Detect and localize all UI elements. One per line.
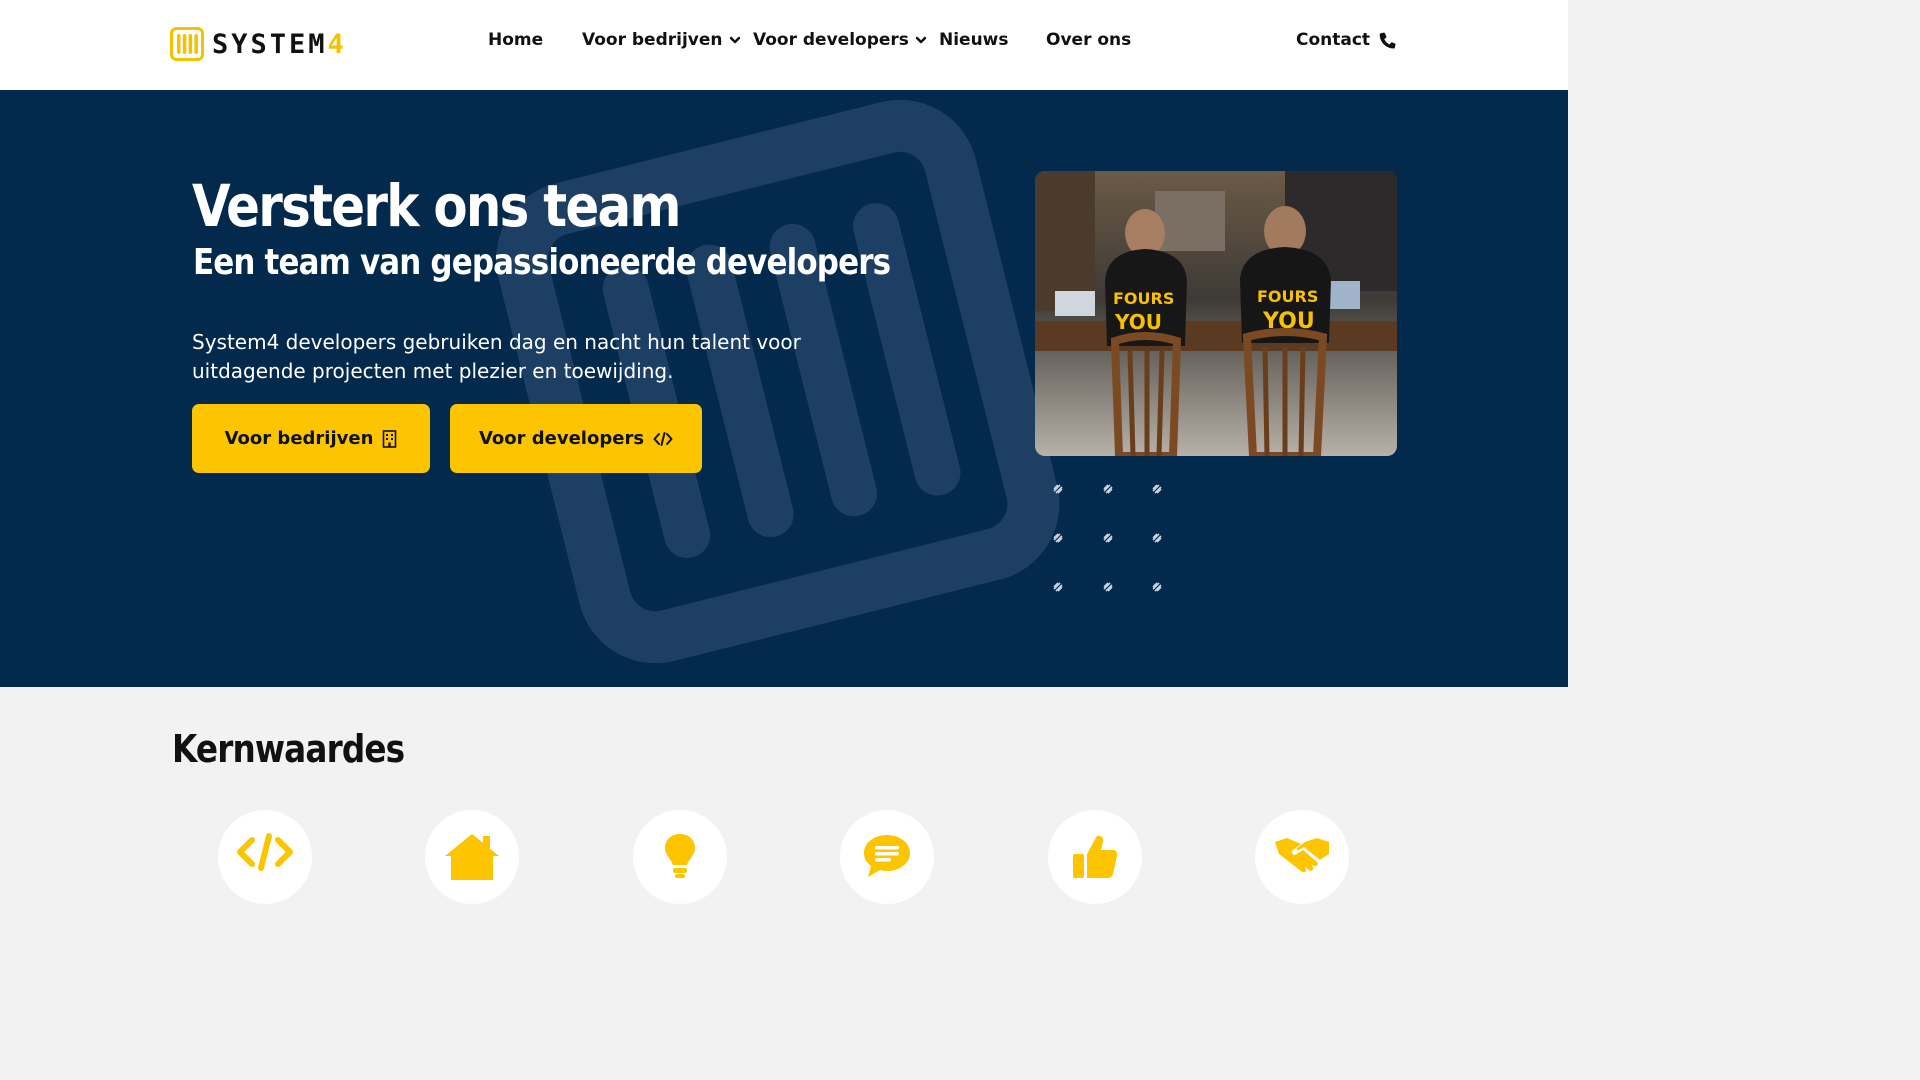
home-icon <box>445 834 499 880</box>
values-title: Kernwaardes <box>172 727 405 771</box>
svg-text:YOU: YOU <box>1114 310 1162 334</box>
value-communication <box>840 810 934 904</box>
hero-section: Versterk ons team Een team van gepassion… <box>0 90 1568 687</box>
chevron-down-icon <box>729 36 740 44</box>
nav-home-label: Home <box>488 30 544 50</box>
nav-nieuws-label: Nieuws <box>939 30 1009 50</box>
nav-voor-developers[interactable]: Voor developers <box>753 30 927 50</box>
value-partnership <box>1255 810 1349 904</box>
site-header: SYSTEM4 Home Voor bedrijven Voor develop… <box>0 0 1568 90</box>
lightbulb-icon <box>665 834 695 878</box>
contact-label: Contact <box>1296 30 1371 50</box>
value-approval <box>1048 810 1142 904</box>
logo[interactable]: SYSTEM4 <box>170 27 347 61</box>
logo-wordmark: SYSTEM <box>212 28 328 60</box>
hero-subtitle: Een team van gepassioneerde developers <box>193 242 891 283</box>
chevron-down-icon <box>915 36 927 44</box>
value-idea <box>633 810 727 904</box>
nav-nieuws[interactable]: Nieuws <box>939 30 1009 50</box>
decorative-dots <box>1053 484 1162 592</box>
code-icon <box>653 431 673 446</box>
voor-developers-button-label: Voor developers <box>478 428 645 449</box>
svg-text:FOURS: FOURS <box>1113 289 1174 308</box>
hero-text: System4 developers gebruiken dag en nach… <box>192 330 801 383</box>
nav-voor-developers-label: Voor developers <box>753 30 909 50</box>
logo-text: SYSTEM4 <box>212 29 347 60</box>
thumbs-up-icon <box>1073 835 1118 878</box>
svg-text:FOURS: FOURS <box>1257 287 1318 306</box>
team-photo: FOURS YOU FOURS YOU <box>1035 171 1397 456</box>
hero-title: Versterk ons team <box>192 172 681 240</box>
voor-bedrijven-button[interactable]: Voor bedrijven <box>192 404 430 473</box>
voor-bedrijven-button-label: Voor bedrijven <box>224 428 374 449</box>
phone-icon <box>1379 32 1396 49</box>
contact-link[interactable]: Contact <box>1296 30 1398 50</box>
logo-mark-icon <box>170 27 204 61</box>
nav-over-ons-label: Over ons <box>1046 30 1132 50</box>
nav-over-ons[interactable]: Over ons <box>1046 30 1131 50</box>
handshake-icon <box>1275 838 1329 873</box>
voor-developers-button[interactable]: Voor developers <box>450 404 702 473</box>
code-icon <box>237 833 293 871</box>
value-code <box>218 810 312 904</box>
chat-icon <box>864 835 910 877</box>
nav-voor-bedrijven-label: Voor bedrijven <box>582 30 723 50</box>
value-home <box>425 810 519 904</box>
logo-digit: 4 <box>327 28 347 60</box>
building-icon <box>383 429 397 448</box>
nav-home[interactable]: Home <box>488 30 543 50</box>
nav-voor-bedrijven[interactable]: Voor bedrijven <box>582 30 741 50</box>
team-photo-image: FOURS YOU FOURS YOU <box>1035 171 1397 456</box>
